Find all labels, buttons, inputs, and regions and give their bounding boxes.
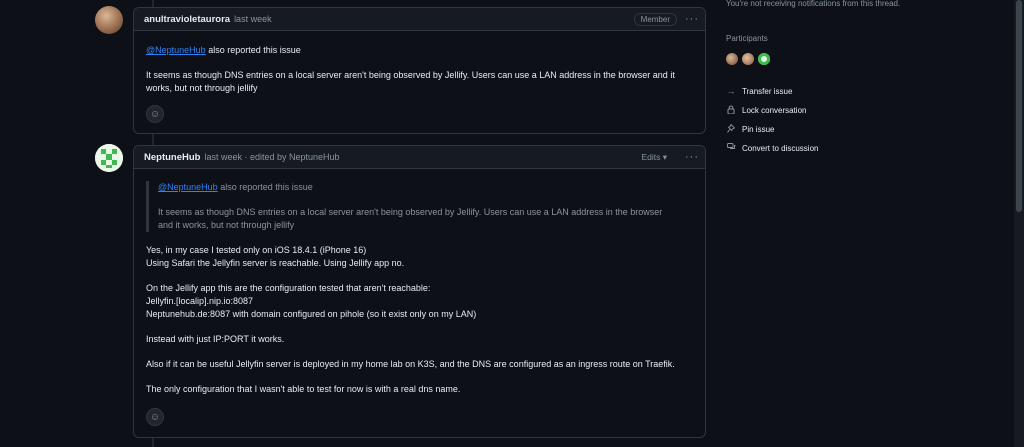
quote-paragraph: It seems as though DNS entries on a loca… xyxy=(158,206,693,232)
comment-card: NeptuneHub last week · edited by Neptune… xyxy=(133,145,706,438)
text-line: Instead with just IP:PORT it works. xyxy=(146,334,285,344)
comment-timestamp[interactable]: last week xyxy=(234,14,272,24)
text-line: Also if it can be useful Jellyfin server… xyxy=(146,359,675,369)
arrow-right-icon: → xyxy=(726,86,736,96)
comment-paragraph: It seems as though DNS entries on a loca… xyxy=(146,70,675,93)
avatar[interactable] xyxy=(95,6,123,34)
blockquote: @NeptuneHub also reported this issue It … xyxy=(146,181,693,232)
quote-suffix: also reported this issue xyxy=(217,182,313,192)
comment-body: @NeptuneHub also reported this issue It … xyxy=(134,169,705,396)
paragraph: Yes, in my case I tested only on iOS 18.… xyxy=(146,244,693,270)
edits-dropdown[interactable]: Edits ▾ xyxy=(641,152,667,163)
participant-avatar[interactable] xyxy=(742,53,754,65)
participant-avatar[interactable] xyxy=(726,53,738,65)
text-line: The only configuration that I wasn't abl… xyxy=(146,384,461,394)
comment-card: anultravioletaurora last week Member ···… xyxy=(133,7,706,134)
action-label: Transfer issue xyxy=(742,86,793,96)
smiley-icon[interactable]: ☺ xyxy=(146,105,164,123)
comment-header: NeptuneHub last week · edited by Neptune… xyxy=(134,146,705,169)
smiley-icon[interactable]: ☺ xyxy=(146,408,164,426)
mention-link[interactable]: @NeptuneHub xyxy=(158,182,218,192)
comment-author[interactable]: NeptuneHub xyxy=(144,152,200,163)
text-line: On the Jellify app this are the configur… xyxy=(146,283,431,293)
kebab-horizontal-icon[interactable]: ··· xyxy=(685,13,699,25)
transfer-issue-action[interactable]: → Transfer issue xyxy=(726,86,793,96)
comment-header: anultravioletaurora last week Member ··· xyxy=(134,8,705,31)
page-scrollbar[interactable] xyxy=(1014,0,1024,447)
participants-label: Participants xyxy=(726,34,768,43)
text-line: Yes, in my case I tested only on iOS 18.… xyxy=(146,245,367,255)
participant-avatar[interactable] xyxy=(758,53,770,65)
text-line: Neptunehub.de:8087 with domain configure… xyxy=(146,309,477,319)
avatar[interactable] xyxy=(95,144,123,172)
convert-to-discussion-action[interactable]: Convert to discussion xyxy=(726,143,818,153)
comment-timestamp[interactable]: last week · edited by NeptuneHub xyxy=(204,152,339,162)
mention-line: @NeptuneHub also reported this issue xyxy=(146,44,693,57)
lock-icon xyxy=(726,105,736,116)
quote-line: It seems as though DNS entries on a loca… xyxy=(158,207,663,217)
scrollbar-thumb[interactable] xyxy=(1016,0,1022,212)
mention-link[interactable]: @NeptuneHub xyxy=(146,45,206,55)
pin-icon xyxy=(726,123,736,135)
comment-body: @NeptuneHub also reported this issue It … xyxy=(134,31,705,95)
lock-conversation-action[interactable]: Lock conversation xyxy=(726,105,806,116)
quote-mention-line: @NeptuneHub also reported this issue xyxy=(158,181,693,194)
paragraph: On the Jellify app this are the configur… xyxy=(146,282,693,321)
comment-discussion-icon xyxy=(726,143,736,153)
text-line: Jellyfin.[localip].nip.io:8087 xyxy=(146,296,254,306)
edits-label: Edits xyxy=(641,151,661,162)
identicon xyxy=(95,144,123,172)
member-badge: Member xyxy=(633,12,677,26)
pin-issue-action[interactable]: Pin issue xyxy=(726,123,775,135)
text-line: Using Safari the Jellyfin server is reac… xyxy=(146,258,405,268)
mention-suffix: also reported this issue xyxy=(205,45,301,55)
comment-author[interactable]: anultravioletaurora xyxy=(144,14,230,25)
action-label: Convert to discussion xyxy=(742,143,819,153)
action-label: Lock conversation xyxy=(742,106,807,115)
triangle-down-icon: ▾ xyxy=(662,151,667,162)
action-label: Pin issue xyxy=(742,125,775,134)
quote-line: and it works, but not through jellify xyxy=(158,220,295,230)
notification-status: You're not receiving notifications from … xyxy=(726,0,901,8)
kebab-horizontal-icon[interactable]: ··· xyxy=(685,151,699,163)
